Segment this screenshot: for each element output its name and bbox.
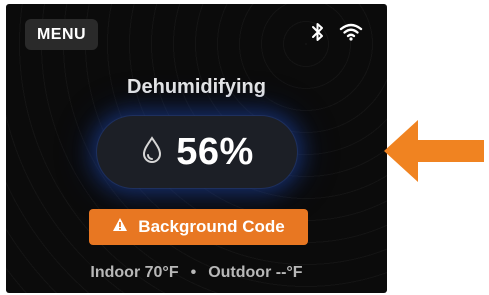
separator-dot: • bbox=[190, 264, 197, 281]
temperature-readout: Indoor 70°F • Outdoor --°F bbox=[6, 264, 387, 282]
water-drop-icon bbox=[140, 135, 164, 170]
menu-button[interactable]: MENU bbox=[25, 19, 98, 50]
wifi-icon bbox=[339, 23, 363, 41]
bluetooth-icon bbox=[311, 22, 325, 42]
outdoor-temp: Outdoor --°F bbox=[208, 264, 303, 281]
alert-label: Background Code bbox=[138, 217, 285, 236]
background-code-alert[interactable]: Background Code bbox=[89, 209, 308, 245]
warning-icon bbox=[112, 217, 128, 237]
status-icons bbox=[311, 22, 363, 42]
pointer-arrow-icon bbox=[380, 116, 486, 191]
humidity-value: 56% bbox=[176, 130, 254, 173]
mode-title: Dehumidifying bbox=[127, 76, 266, 98]
humidity-display[interactable]: 56% bbox=[97, 116, 297, 188]
thermostat-screen: MENU Dehumidifying 56% Background Code I… bbox=[6, 4, 387, 293]
indoor-temp: Indoor 70°F bbox=[90, 264, 179, 281]
